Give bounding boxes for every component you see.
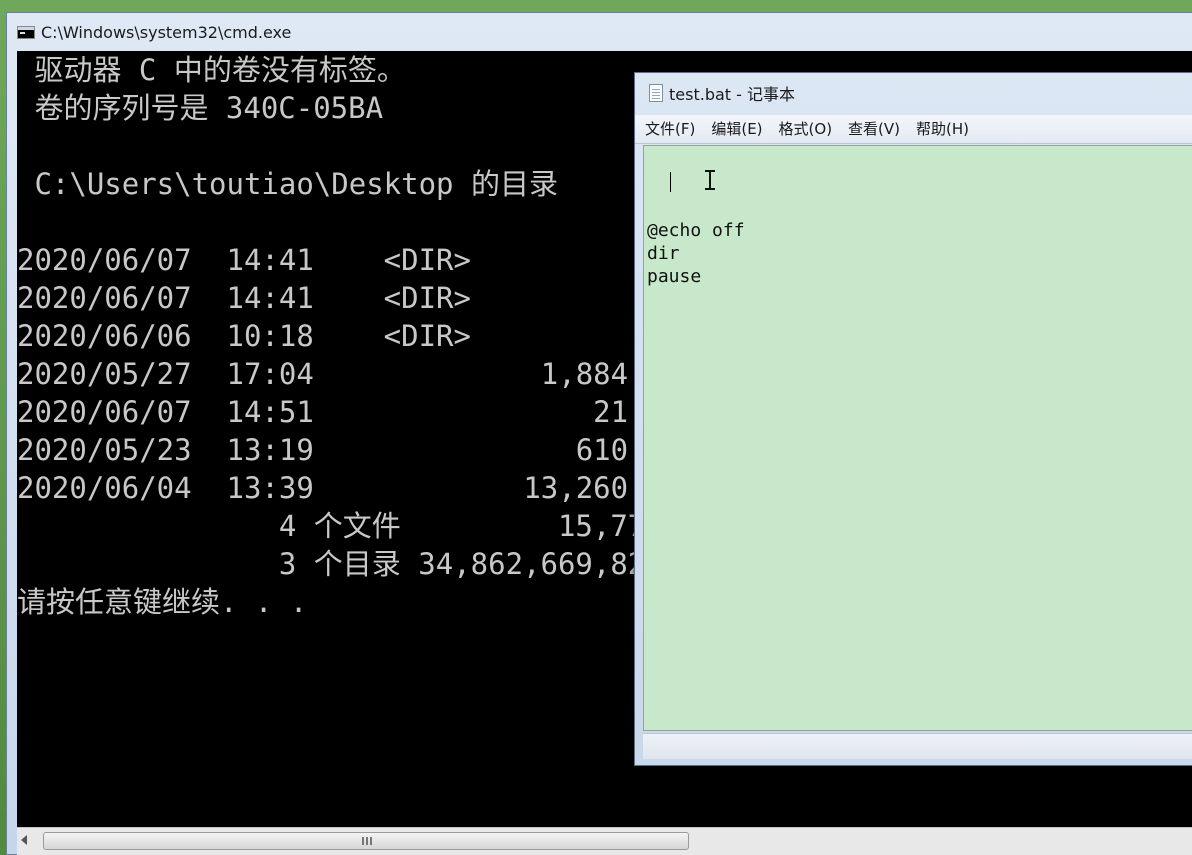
editor-line: dir	[647, 243, 680, 264]
notepad-window-title: test.bat - 记事本	[669, 85, 795, 104]
ibeam-cursor-icon	[705, 170, 715, 190]
menu-help[interactable]: 帮助(H)	[910, 115, 975, 143]
console-line: 3 个目录 34,862,669,82	[17, 547, 646, 581]
console-line: 2020/05/23 13:19 610 t	[17, 433, 664, 467]
menu-file[interactable]: 文件(F)	[639, 115, 701, 143]
console-line: 卷的序列号是 340C-05BA	[17, 91, 384, 125]
console-line: 4 个文件 15,77	[17, 509, 646, 543]
menu-edit[interactable]: 编辑(E)	[705, 115, 768, 143]
text-caret	[670, 172, 671, 192]
console-line: C:\Users\toutiao\Desktop 的目录	[17, 167, 558, 201]
notepad-statusbar	[643, 733, 1192, 759]
console-line: 驱动器 C 中的卷没有标签。	[17, 53, 406, 87]
menu-format[interactable]: 格式(O)	[773, 115, 839, 143]
notepad-menubar: 文件(F) 编辑(E) 格式(O) 查看(V) 帮助(H)	[635, 115, 1192, 144]
scrollbar-thumb[interactable]	[43, 832, 689, 850]
console-line: 请按任意键继续. . .	[17, 585, 308, 619]
grip-icon	[362, 837, 372, 845]
menu-view[interactable]: 查看(V)	[842, 115, 906, 143]
notepad-text-editor[interactable]: @echo off dir pause	[643, 145, 1192, 731]
cmd-app-icon	[17, 25, 35, 39]
notepad-window[interactable]: test.bat - 记事本 文件(F) 编辑(E) 格式(O) 查看(V) 帮…	[634, 72, 1192, 766]
editor-line: @echo off	[647, 220, 745, 241]
console-line: 2020/06/07 14:51 21 t	[17, 395, 664, 429]
desktop: C:\Windows\system32\cmd.exe 驱动器 C 中的卷没有标…	[0, 0, 1192, 855]
scroll-left-arrow-icon[interactable]	[21, 835, 27, 845]
console-line: 2020/06/06 10:18 <DIR> C	[17, 319, 664, 353]
editor-line: pause	[647, 266, 702, 287]
console-line: 2020/05/27 17:04 1,884 M	[17, 357, 664, 391]
console-line: 2020/06/04 13:39 13,260 W	[17, 471, 664, 505]
cmd-window-title: C:\Windows\system32\cmd.exe	[41, 22, 292, 42]
console-line: 2020/06/07 14:41 <DIR> .	[17, 243, 664, 277]
cmd-titlebar[interactable]: C:\Windows\system32\cmd.exe	[7, 13, 1192, 51]
horizontal-scrollbar[interactable]	[17, 827, 1192, 855]
notepad-app-icon	[649, 84, 663, 102]
console-line: 2020/06/07 14:41 <DIR> ..	[17, 281, 681, 315]
notepad-titlebar[interactable]: test.bat - 记事本	[635, 73, 1192, 113]
